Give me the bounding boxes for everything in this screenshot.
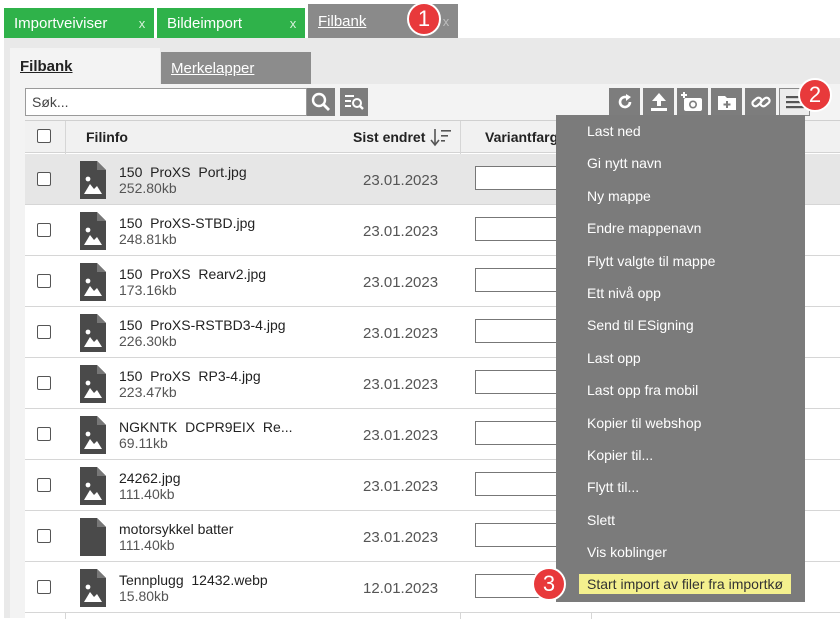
row-checkbox[interactable] bbox=[37, 172, 51, 186]
file-date: 23.01.2023 bbox=[363, 478, 439, 495]
file-size: 252.80kb bbox=[119, 180, 177, 196]
subtab-merkelapper[interactable]: Merkelapper bbox=[161, 52, 311, 84]
tab-bildeimport[interactable]: Bildeimport x bbox=[157, 8, 305, 38]
file-name[interactable]: 150 ProXS RP3-4.jpg bbox=[119, 368, 261, 384]
tab-label: Importveiviser bbox=[14, 14, 108, 32]
menu-item[interactable]: Flytt til... bbox=[587, 479, 639, 495]
image-file-icon bbox=[80, 365, 106, 403]
tab-label: Bildeimport bbox=[167, 14, 243, 32]
new-folder-button[interactable] bbox=[711, 88, 742, 116]
menu-item[interactable]: Last ned bbox=[587, 123, 641, 139]
image-file-icon bbox=[80, 161, 106, 199]
menu-item[interactable]: Gi nytt navn bbox=[587, 155, 662, 171]
upload-icon bbox=[650, 93, 667, 111]
file-date: 23.01.2023 bbox=[363, 223, 439, 240]
file-size: 173.16kb bbox=[119, 282, 177, 298]
camera-add-icon bbox=[680, 92, 702, 111]
refresh-icon bbox=[618, 94, 631, 109]
menu-item[interactable]: Slett bbox=[587, 512, 615, 528]
row-checkbox[interactable] bbox=[37, 325, 51, 339]
menu-item[interactable]: Vis koblinger bbox=[587, 544, 667, 560]
file-name[interactable]: 150 ProXS-STBD.jpg bbox=[119, 215, 255, 231]
close-icon[interactable]: x bbox=[134, 16, 150, 31]
file-size: 223.47kb bbox=[119, 384, 177, 400]
menu-item[interactable]: Ny mappe bbox=[587, 188, 651, 204]
annotation-badge-2: 2 bbox=[798, 78, 832, 112]
file-name[interactable]: 150 ProXS-RSTBD3-4.jpg bbox=[119, 317, 286, 333]
file-name[interactable]: 150 ProXS Port.jpg bbox=[119, 164, 247, 180]
file-name[interactable]: 24262.jpg bbox=[119, 470, 181, 486]
row-checkbox[interactable] bbox=[37, 529, 51, 543]
subtab-filbank[interactable]: Filbank bbox=[10, 48, 160, 84]
upload-button[interactable] bbox=[643, 88, 674, 116]
row-checkbox[interactable] bbox=[37, 580, 51, 594]
subtab-label: Filbank bbox=[20, 57, 73, 75]
file-date: 23.01.2023 bbox=[363, 274, 439, 291]
menu-item[interactable]: Last opp bbox=[587, 350, 641, 366]
row-checkbox[interactable] bbox=[37, 478, 51, 492]
advanced-search-button[interactable] bbox=[340, 88, 368, 116]
search-button[interactable] bbox=[307, 88, 335, 116]
row-checkbox[interactable] bbox=[37, 376, 51, 390]
file-size: 111.40kb bbox=[119, 486, 175, 502]
menu-item[interactable]: Endre mappenavn bbox=[587, 220, 701, 236]
file-date: 23.01.2023 bbox=[363, 427, 439, 444]
file-date: 23.01.2023 bbox=[363, 529, 439, 546]
file-date: 23.01.2023 bbox=[363, 325, 439, 342]
file-name[interactable]: Tennplugg 12432.webp bbox=[119, 572, 268, 588]
file-date: 23.01.2023 bbox=[363, 376, 439, 393]
file-name[interactable]: motorsykkel batter bbox=[119, 521, 233, 537]
menu-item[interactable]: Ett nivå opp bbox=[587, 285, 661, 301]
menu-item[interactable]: Send til ESigning bbox=[587, 317, 694, 333]
annotation-badge-3: 3 bbox=[532, 567, 566, 601]
search-icon bbox=[311, 92, 330, 111]
image-file-icon bbox=[80, 416, 106, 454]
menu-item[interactable]: Start import av filer fra importkø bbox=[579, 573, 792, 594]
blank-file-icon bbox=[80, 518, 106, 556]
add-photo-button[interactable] bbox=[677, 88, 708, 116]
close-icon[interactable]: x bbox=[285, 16, 301, 31]
column-variantfarge[interactable]: Variantfarge bbox=[485, 129, 566, 145]
file-size: 226.30kb bbox=[119, 333, 177, 349]
tab-importveiviser[interactable]: Importveiviser x bbox=[4, 8, 154, 38]
column-fileinfo[interactable]: Filinfo bbox=[86, 129, 128, 145]
annotation-badge-1: 1 bbox=[407, 2, 441, 36]
context-menu: Last ned Gi nytt navn Ny mappe Endre mappen… bbox=[556, 115, 805, 602]
row-checkbox[interactable] bbox=[37, 274, 51, 288]
new-folder-icon bbox=[717, 96, 736, 110]
file-size: 111.40kb bbox=[119, 537, 175, 553]
advanced-search-icon bbox=[345, 95, 364, 110]
sort-descending-icon[interactable] bbox=[430, 127, 452, 147]
file-name[interactable]: NGKNTK DCPR9EIX Re... bbox=[119, 419, 292, 435]
row-checkbox[interactable] bbox=[37, 223, 51, 237]
link-button[interactable] bbox=[745, 88, 776, 116]
image-file-icon bbox=[80, 467, 106, 505]
image-file-icon bbox=[80, 314, 106, 352]
file-size: 248.81kb bbox=[119, 231, 177, 247]
image-file-icon bbox=[80, 263, 106, 301]
image-file-icon bbox=[80, 569, 106, 607]
menu-item[interactable]: Kopier til... bbox=[587, 447, 653, 463]
search-input[interactable] bbox=[25, 88, 307, 116]
row-checkbox[interactable] bbox=[37, 427, 51, 441]
file-size: 69.11kb bbox=[119, 435, 168, 451]
refresh-button[interactable] bbox=[609, 88, 640, 116]
file-size: 15.80kb bbox=[119, 588, 169, 604]
column-date[interactable]: Sist endret bbox=[353, 129, 425, 145]
file-name[interactable]: 150 ProXS Rearv2.jpg bbox=[119, 266, 266, 282]
menu-item[interactable]: Flytt valgte til mappe bbox=[587, 253, 715, 269]
file-date: 23.01.2023 bbox=[363, 172, 439, 189]
menu-item[interactable]: Last opp fra mobil bbox=[587, 382, 698, 398]
select-all-checkbox[interactable] bbox=[37, 129, 51, 143]
file-date: 12.01.2023 bbox=[363, 580, 439, 597]
subtab-label: Merkelapper bbox=[171, 59, 255, 77]
image-file-icon bbox=[80, 212, 106, 250]
link-icon bbox=[750, 96, 771, 108]
menu-item[interactable]: Kopier til webshop bbox=[587, 415, 701, 431]
